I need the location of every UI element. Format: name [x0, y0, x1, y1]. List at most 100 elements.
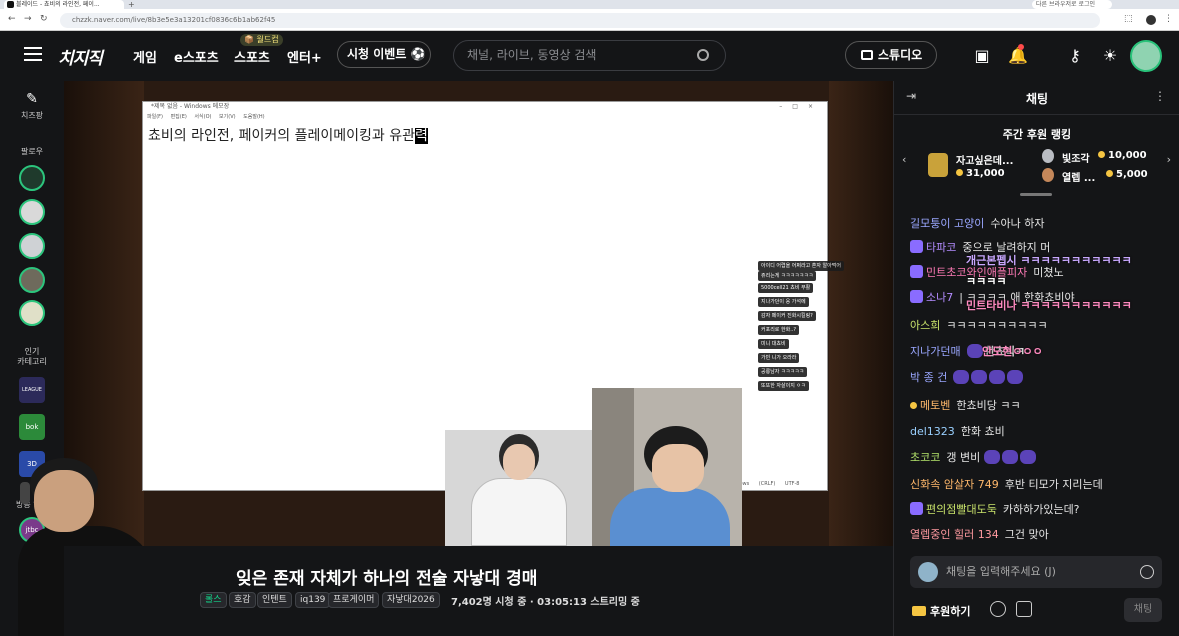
menu-icon[interactable]	[24, 47, 42, 61]
notification-dot	[1018, 44, 1024, 50]
followed-channel-avatar[interactable]	[19, 199, 45, 225]
url-field[interactable]: chzzk.naver.com/live/8b3e5e3a13201cf0836…	[60, 13, 1100, 28]
followed-channel-avatar[interactable]	[19, 267, 45, 293]
gold-medal-icon	[928, 153, 948, 177]
overlay-chat-line: 커포리로 한화..?	[758, 325, 800, 335]
browser-tab[interactable]: 블레이드 - 쵸비의 라인전, 페이...	[4, 0, 124, 9]
overlay-chat-line: 아이디 어렵을 어쩌라고 혼자 알아먹어	[758, 261, 844, 271]
event-button[interactable]: 시청 이벤트 ⚽	[337, 41, 431, 68]
browser-profile-icon[interactable]	[1146, 15, 1156, 25]
overlay-chat-line: 쥬리는게 ㅋㅋㅋㅋㅋㅋㅋ	[758, 271, 817, 281]
back-icon[interactable]: ←	[8, 14, 16, 24]
site-header: 치지직 게임 e스포츠 스포츠 📦 월드컵 엔터+ 시청 이벤트 ⚽ 채널, 라…	[0, 31, 1179, 81]
nav-entertainment[interactable]: 엔터+	[287, 47, 322, 66]
mission-icon[interactable]	[990, 601, 1006, 617]
chat-nick: 아스희	[910, 319, 941, 332]
subscriber-badge-icon	[910, 502, 923, 515]
floating-chat-text: 개근본펩시 ㅋㅋㅋㅋㅋㅋㅋㅋㅋㅋㅋ	[966, 254, 1132, 267]
new-tab-icon[interactable]: +	[128, 0, 135, 9]
send-chat-button[interactable]: 채팅	[1124, 598, 1162, 622]
extension-icon[interactable]: ⬚	[1124, 14, 1133, 24]
chat-message: 초코코 갱 변비	[910, 449, 1038, 465]
chat-nick: del1323	[910, 425, 955, 438]
chat-nick: 열렙중인 힐러 134	[910, 528, 999, 541]
streamer-face	[34, 470, 94, 532]
stream-tag[interactable]: 자낳대2026	[382, 592, 440, 608]
headphones-icon	[20, 482, 30, 504]
ranking-pager	[1020, 193, 1052, 196]
chat-panel: ⇥ 채팅 ⋮ 주간 후원 랭킹 ‹ 자고싶은데... 31,000 빛조각 10…	[893, 81, 1179, 636]
stream-tag[interactable]: iq139	[295, 592, 331, 608]
rank-2-amount: 10,000	[1098, 150, 1147, 161]
cheese-coin-icon	[910, 402, 917, 409]
stream-tag[interactable]: 롤스	[200, 592, 227, 608]
chat-message: del1323 한화 쵸비	[910, 423, 1005, 439]
nav-game[interactable]: 게임	[133, 47, 157, 66]
webcam-person-body	[610, 488, 730, 546]
chat-header: ⇥ 채팅 ⋮	[894, 81, 1179, 115]
subscriber-badge-icon	[910, 290, 923, 303]
key-icon[interactable]: ⚷	[1064, 45, 1086, 67]
chat-input-placeholder: 채팅을 입력해주세요 (J)	[946, 565, 1056, 578]
chevron-left-icon[interactable]: ‹	[902, 153, 906, 166]
emote-icon	[1020, 450, 1037, 464]
followed-channel-avatar[interactable]	[19, 300, 45, 326]
chat-input[interactable]: 채팅을 입력해주세요 (J)	[910, 556, 1162, 588]
logo[interactable]: 치지직	[58, 44, 103, 69]
category-thumb[interactable]: bok	[19, 414, 45, 440]
video-player[interactable]: *제목 없음 - Windows 메모장 –□× 파일(F) 편집(E) 서식(…	[64, 81, 893, 546]
user-avatar[interactable]	[1130, 40, 1162, 72]
chzzk-favicon-icon	[7, 1, 14, 8]
chat-nick: 초코코	[910, 451, 941, 464]
overlay-chat-line: 5000cell21 쵸비 부활	[758, 283, 814, 293]
search-placeholder: 채널, 라이브, 동영상 검색	[467, 48, 597, 62]
rank-3-name: 열렙 ...	[1062, 173, 1096, 184]
stream-tag[interactable]: 인텐트	[257, 592, 292, 608]
chat-text: 한쵸비당 ㅋㅋ	[956, 399, 1021, 412]
chat-title: 채팅	[1025, 92, 1049, 106]
category-thumb[interactable]: LEAGUE	[19, 377, 45, 403]
browser-profile-chip[interactable]: 다른 브라우저로 로그인	[1032, 0, 1112, 9]
browser-address-bar: ← → ↻ chzzk.naver.com/live/8b3e5e3a13201…	[0, 9, 1179, 31]
reload-icon[interactable]: ↻	[40, 14, 48, 24]
chat-text: 수아나 하자	[990, 217, 1045, 230]
camera-icon	[861, 50, 873, 60]
chat-user-avatar	[918, 562, 938, 582]
emote-icon	[1002, 450, 1019, 464]
followed-channel-avatar[interactable]	[19, 233, 45, 259]
overlay-chat-line: 가빈 니가 오라라	[758, 353, 800, 363]
search-input[interactable]: 채널, 라이브, 동영상 검색	[453, 40, 726, 71]
notepad-text-selected: 력	[414, 128, 428, 144]
chevron-right-icon[interactable]: ›	[1167, 153, 1171, 166]
search-icon[interactable]	[697, 49, 709, 61]
nav-esports[interactable]: e스포츠	[174, 47, 219, 66]
floating-chat-text: ㅋㅋㅋㅋ	[966, 275, 1007, 288]
nav-sports[interactable]: 스포츠	[234, 47, 270, 66]
more-icon[interactable]: ⋮	[1154, 89, 1166, 103]
video-donation-icon[interactable]	[1016, 601, 1032, 617]
chat-message: 길모퉁이 고양이 수아나 하자	[910, 215, 1044, 231]
chat-message: 열렙중인 힐러 134 그건 맞아	[910, 526, 1049, 542]
subscriber-badge-icon	[910, 265, 923, 278]
rank-1-name: 자고싶은데...	[956, 156, 1014, 167]
cheese-coin-icon	[1106, 170, 1113, 177]
rank-2-name: 빛조각	[1062, 154, 1090, 165]
forward-icon[interactable]: →	[24, 14, 32, 24]
theme-sun-icon[interactable]: ☀	[1099, 45, 1121, 67]
worldcup-badge: 📦 월드컵	[240, 34, 283, 46]
donate-button[interactable]: 후원하기	[912, 603, 970, 619]
cheese-icon[interactable]: ✎	[21, 88, 43, 110]
chat-message: 메토벤 한쵸비당 ㅋㅋ	[910, 397, 1021, 413]
browser-tab-title: 블레이드 - 쵸비의 라인전, 페이...	[16, 1, 100, 8]
notepad-text-main: 쵸비의 라인전, 페이커의 플레이메이킹과 유관	[148, 128, 415, 144]
browser-menu-icon[interactable]: ⋮	[1164, 14, 1173, 24]
wallet-icon[interactable]: ▣	[971, 45, 993, 67]
chat-nick: 편의점빨대도둑	[926, 503, 997, 516]
stream-tag[interactable]: 프로게이머	[328, 592, 380, 608]
followed-channel-avatar[interactable]	[19, 165, 45, 191]
chat-message: 신화속 암살자 749 후반 티모가 지리는데	[910, 476, 1103, 492]
stream-tag[interactable]: 호감	[229, 592, 256, 608]
emoji-icon[interactable]	[1140, 565, 1154, 579]
studio-button[interactable]: 스튜디오	[845, 41, 937, 69]
player-face	[503, 444, 535, 480]
